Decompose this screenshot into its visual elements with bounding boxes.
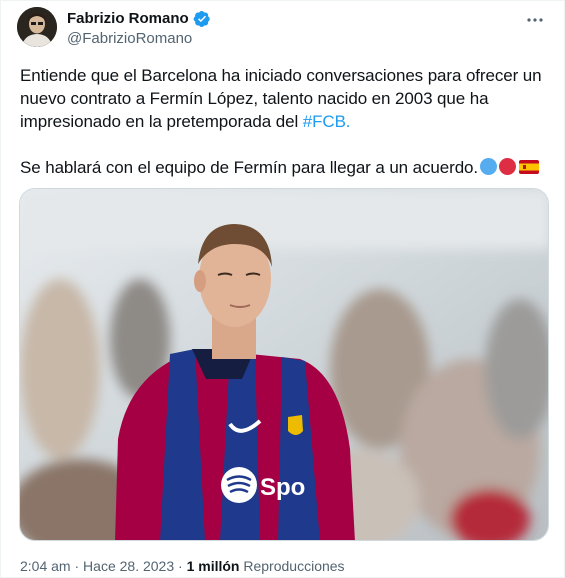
tweet-meta: 2:04 am · Hace 28. 2023 · 1 millón Repro… (20, 557, 345, 575)
tweet-photo[interactable]: Spo (19, 188, 549, 541)
meta-separator: · (74, 558, 80, 574)
spain-flag-icon (519, 160, 540, 174)
views-label: Reproducciones (243, 558, 345, 574)
hashtag-link[interactable]: #FCB. (303, 112, 351, 131)
verified-badge-icon (193, 10, 210, 28)
more-dots-icon (527, 18, 543, 22)
avatar[interactable] (17, 7, 57, 47)
tweet-text: Entiende que el Barcelona ha iniciado co… (20, 64, 548, 179)
tweet-paragraph-2: Se hablará con el equipo de Fermín para … (20, 156, 548, 179)
blue-circle-icon (480, 158, 498, 175)
paragraph-2-text: Se hablará con el equipo de Fermín para … (20, 158, 479, 177)
more-options-button[interactable] (524, 9, 546, 31)
paragraph-1-text: Entiende que el Barcelona ha iniciado co… (20, 66, 542, 131)
meta-separator: · (178, 558, 183, 574)
player-photo-image: Spo (20, 189, 548, 540)
author-handle[interactable]: @FabrizioRomano (67, 29, 192, 49)
tweet-date[interactable]: Hace 28. 2023 (83, 558, 174, 574)
author-name[interactable]: Fabrizio Romano (67, 9, 189, 29)
tweet-paragraph-1: Entiende que el Barcelona ha iniciado co… (20, 64, 548, 133)
tweet-card: Fabrizio Romano @FabrizioRomano Entiende… (0, 0, 565, 578)
views-count: 1 millón (186, 558, 240, 574)
tweet-time[interactable]: 2:04 am (20, 558, 71, 574)
red-circle-icon (499, 158, 517, 175)
author-name-row: Fabrizio Romano (67, 9, 211, 29)
jersey-sponsor-text: Spo (260, 474, 305, 501)
